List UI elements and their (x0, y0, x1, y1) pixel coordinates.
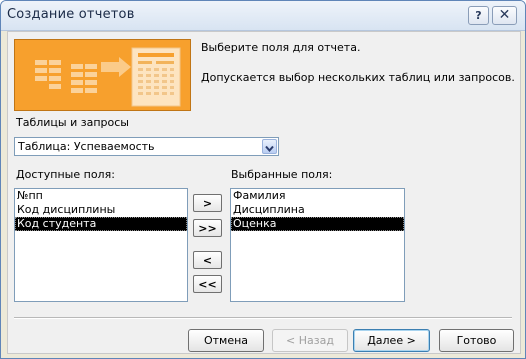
window-title: Создание отчетов (7, 7, 135, 22)
list-item[interactable]: №пп (15, 189, 187, 203)
available-fields-label: Доступные поля: (16, 168, 115, 181)
tables-queries-value: Таблица: Успеваемость (18, 140, 155, 153)
wizard-body: Выберите поля для отчета. Допускается вы… (7, 31, 521, 354)
multi-select-note: Допускается выбор нескольких таблиц или … (201, 71, 515, 84)
add-field-button[interactable]: > (193, 194, 222, 212)
list-item[interactable]: Код студента (15, 217, 187, 231)
list-item[interactable]: Дисциплина (231, 203, 404, 217)
back-button[interactable]: < Назад (272, 329, 348, 352)
list-item[interactable]: Оценка (231, 217, 404, 231)
tables-queries-label: Таблицы и запросы (16, 116, 129, 129)
next-button[interactable]: Далее > (353, 329, 430, 352)
footer-divider (14, 317, 512, 319)
remove-all-fields-button[interactable]: << (193, 275, 222, 293)
dropdown-button[interactable] (262, 139, 277, 154)
close-button[interactable]: ✕ (492, 6, 517, 25)
tables-queries-select[interactable]: Таблица: Успеваемость (14, 137, 279, 156)
list-item[interactable]: Код дисциплины (15, 203, 187, 217)
prompt-text: Выберите поля для отчета. (201, 41, 361, 54)
chevron-down-icon (265, 145, 274, 153)
report-illustration-icon (15, 40, 190, 110)
help-button[interactable]: ? (468, 6, 489, 25)
finish-button[interactable]: Готово (439, 329, 514, 352)
selected-fields-label: Выбранные поля: (231, 168, 333, 181)
selected-fields-list[interactable]: Фамилия Дисциплина Оценка (230, 188, 405, 302)
cancel-button[interactable]: Отмена (188, 329, 264, 352)
available-fields-list[interactable]: №пп Код дисциплины Код студента (14, 188, 188, 302)
wizard-illustration (14, 39, 191, 111)
remove-field-button[interactable]: < (193, 251, 222, 269)
title-bar[interactable]: Создание отчетов ? ✕ (1, 1, 525, 31)
add-all-fields-button[interactable]: >> (193, 219, 222, 237)
list-item[interactable]: Фамилия (231, 189, 404, 203)
report-wizard-window: Создание отчетов ? ✕ Выберите поля для о… (0, 0, 526, 359)
